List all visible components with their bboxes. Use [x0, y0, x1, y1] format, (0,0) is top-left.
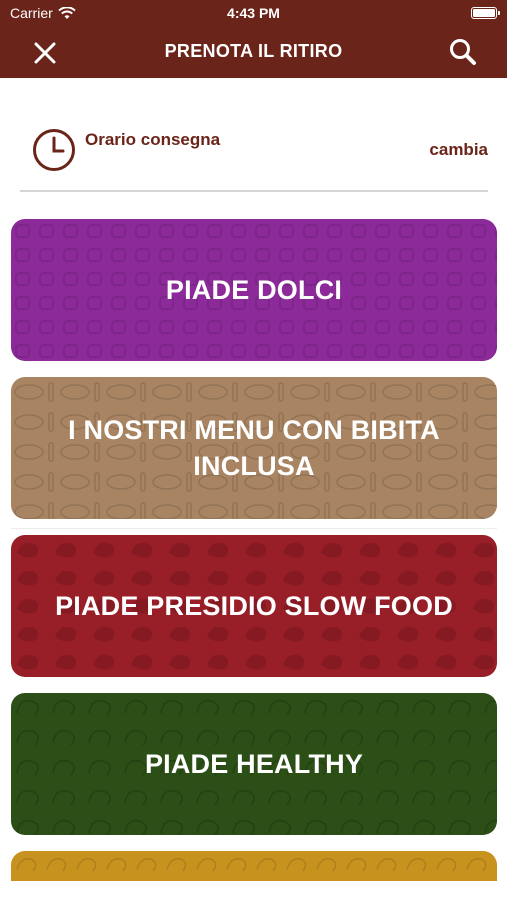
category-card-presidio-slow-food[interactable]: PIADE PRESIDIO SLOW FOOD	[11, 535, 497, 677]
change-time-link[interactable]: cambia	[429, 140, 488, 160]
status-bar: Carrier 4:43 PM	[0, 0, 507, 26]
delivery-time-label: Orario consegna	[85, 130, 221, 149]
divider	[11, 528, 497, 529]
category-card-piade-dolci[interactable]: PIADE DOLCI	[11, 219, 497, 361]
search-icon	[450, 39, 476, 65]
category-card-partial[interactable]	[11, 851, 497, 881]
category-card-piade-healthy[interactable]: PIADE HEALTHY	[11, 693, 497, 835]
category-label: PIADE PRESIDIO SLOW FOOD	[55, 591, 453, 621]
battery-icon	[471, 7, 500, 19]
page-title: PRENOTA IL RITIRO	[164, 41, 343, 61]
divider	[20, 190, 488, 192]
status-time: 4:43 PM	[227, 5, 280, 21]
nav-bar: PRENOTA IL RITIRO	[0, 26, 507, 78]
category-label: PIADE DOLCI	[165, 275, 343, 305]
category-card-menu-bibita[interactable]: I NOSTRI MENU CON BIBITA INCLUSA	[11, 377, 497, 519]
category-label: I NOSTRI MENU CON BIBITA INCLUSA	[68, 415, 440, 481]
clock-icon	[33, 129, 75, 171]
delivery-time-row: Orario consegna cambia	[20, 78, 488, 190]
card-pattern	[11, 851, 497, 881]
category-label: PIADE HEALTHY	[144, 749, 364, 779]
search-button[interactable]	[447, 36, 479, 68]
